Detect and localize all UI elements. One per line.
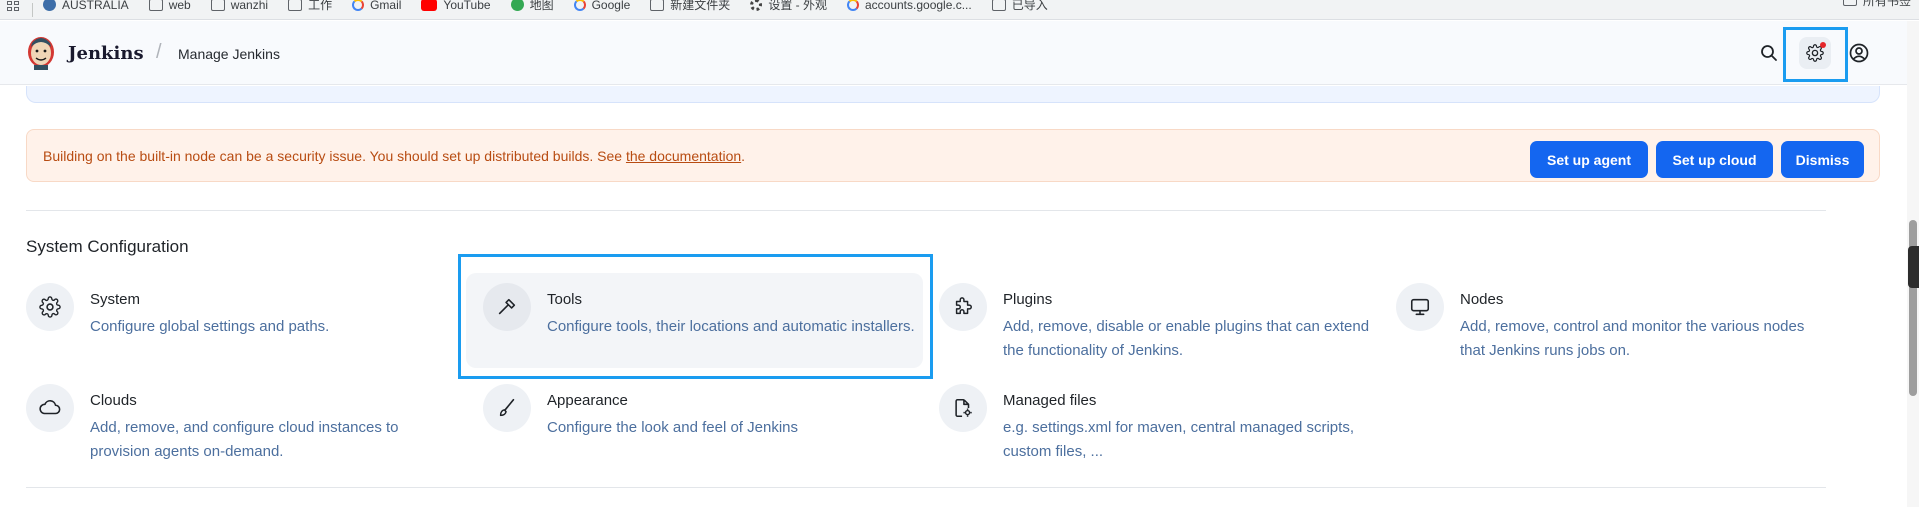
config-item-desc: Configure tools, their locations and aut… <box>547 318 915 335</box>
bookmarks-bar: AUSTRALIA web wanzhi 工作 Gmail YouTube 地图… <box>0 0 1919 20</box>
dismiss-button[interactable]: Dismiss <box>1781 141 1864 178</box>
folder-icon <box>991 0 1006 11</box>
section-divider <box>26 487 1826 488</box>
gear-icon <box>750 0 763 11</box>
bookmark-item[interactable]: Gmail <box>352 0 401 12</box>
bookmark-label: web <box>168 0 191 12</box>
config-item-title: System <box>90 291 141 308</box>
bookmark-item[interactable]: AUSTRALIA <box>43 0 129 12</box>
folder-icon <box>210 0 225 11</box>
warning-text: Building on the built-in node can be a s… <box>43 148 623 164</box>
bookmark-label: Google <box>591 0 631 12</box>
bookmark-item[interactable]: 工作 <box>288 0 332 13</box>
security-warning-banner: Building on the built-in node can be a s… <box>26 129 1880 182</box>
jenkins-logo-icon[interactable] <box>25 35 57 71</box>
section-divider <box>26 210 1826 211</box>
bookmark-label: wanzhi <box>230 0 269 12</box>
google-icon <box>573 0 586 11</box>
folder-icon <box>148 0 163 11</box>
bookmark-label: 新建文件夹 <box>670 0 731 12</box>
config-item-nodes[interactable]: Nodes Add, remove, control and monitor t… <box>1396 283 1836 383</box>
brush-icon <box>483 384 531 432</box>
bookmark-item[interactable]: 已导入 <box>991 0 1048 13</box>
config-item-clouds[interactable]: Clouds Add, remove, and configure cloud … <box>26 384 466 484</box>
bookmark-label: accounts.google.c... <box>864 0 972 12</box>
config-item-title: Clouds <box>90 392 137 409</box>
bookmark-label: 地图 <box>529 0 554 12</box>
page-header: Jenkins / Manage Jenkins <box>0 21 1919 85</box>
config-item-title: Tools <box>547 291 583 308</box>
config-item-system[interactable]: System Configure global settings and pat… <box>26 283 466 383</box>
bookmark-label: Gmail <box>370 0 402 12</box>
gear-icon <box>26 283 74 331</box>
bookmark-item[interactable]: Google <box>573 0 631 12</box>
config-item-desc: Configure global settings and paths. <box>90 318 330 335</box>
breadcrumb[interactable]: Manage Jenkins <box>178 46 280 62</box>
config-item-title: Managed files <box>1003 392 1097 409</box>
globe-icon <box>43 0 56 11</box>
bookmark-item[interactable]: accounts.google.c... <box>846 0 972 12</box>
search-button[interactable] <box>1753 37 1785 69</box>
brand-title[interactable]: Jenkins <box>68 43 144 64</box>
config-item-desc: e.g. settings.xml for maven, central man… <box>1003 419 1354 460</box>
bookmark-label: AUSTRALIA <box>62 0 129 12</box>
config-item-tools[interactable]: Tools Configure tools, their locations a… <box>483 283 923 383</box>
bookmark-label: 工作 <box>308 0 333 12</box>
puzzle-icon <box>939 283 987 331</box>
notification-dot <box>1820 42 1826 48</box>
config-item-desc: Add, remove, and configure cloud instanc… <box>90 419 399 460</box>
bookmarks-separator <box>32 2 33 17</box>
bookmark-item[interactable]: YouTube <box>421 0 491 12</box>
info-notice <box>26 86 1880 103</box>
config-item-title: Appearance <box>547 392 628 409</box>
bookmark-item[interactable]: 设置 - 外观 <box>750 0 827 13</box>
folder-icon <box>1842 0 1857 6</box>
folder-icon <box>650 0 665 11</box>
youtube-icon <box>421 0 438 11</box>
bookmark-label: YouTube <box>443 0 491 12</box>
hammer-icon <box>483 283 531 331</box>
all-bookmarks[interactable]: 所有书签 <box>1842 0 1911 10</box>
config-item-managed-files[interactable]: Managed files e.g. settings.xml for mave… <box>939 384 1379 484</box>
set-up-cloud-button[interactable]: Set up cloud <box>1656 141 1773 178</box>
cloud-icon <box>26 384 74 432</box>
bookmark-item[interactable]: 新建文件夹 <box>650 0 730 13</box>
maps-icon <box>510 0 524 11</box>
user-button[interactable] <box>1843 37 1875 69</box>
bookmark-label: 设置 - 外观 <box>768 0 827 12</box>
config-item-appearance[interactable]: Appearance Configure the look and feel o… <box>483 384 923 484</box>
bookmark-item[interactable]: web <box>148 0 191 12</box>
apps-grid-icon[interactable] <box>0 0 26 19</box>
folder-icon <box>288 0 303 11</box>
config-item-plugins[interactable]: Plugins Add, remove, disable or enable p… <box>939 283 1379 383</box>
bookmark-label: 已导入 <box>1011 0 1048 12</box>
all-bookmarks-label: 所有书签 <box>1862 0 1911 8</box>
section-title: System Configuration <box>26 237 189 256</box>
config-item-desc: Configure the look and feel of Jenkins <box>547 419 798 436</box>
bookmark-item[interactable]: wanzhi <box>210 0 269 12</box>
breadcrumb-separator: / <box>156 41 162 63</box>
side-panel-tab[interactable] <box>1908 246 1919 288</box>
documentation-link[interactable]: the documentation <box>626 148 741 164</box>
google-icon <box>352 0 365 11</box>
warning-message: Building on the built-in node can be a s… <box>43 148 745 164</box>
config-item-desc: Add, remove, control and monitor the var… <box>1460 318 1805 359</box>
config-item-title: Nodes <box>1460 291 1504 308</box>
search-icon <box>1761 45 1777 61</box>
file-gear-icon <box>939 384 987 432</box>
monitor-icon <box>1396 283 1444 331</box>
config-item-desc: Add, remove, disable or enable plugins t… <box>1003 318 1370 359</box>
config-item-title: Plugins <box>1003 291 1053 308</box>
user-icon <box>1849 43 1869 63</box>
set-up-agent-button[interactable]: Set up agent <box>1530 141 1648 178</box>
google-icon <box>846 0 859 11</box>
manage-jenkins-button[interactable] <box>1799 37 1831 69</box>
bookmark-item[interactable]: 地图 <box>510 0 554 13</box>
warning-suffix: . <box>741 148 746 164</box>
